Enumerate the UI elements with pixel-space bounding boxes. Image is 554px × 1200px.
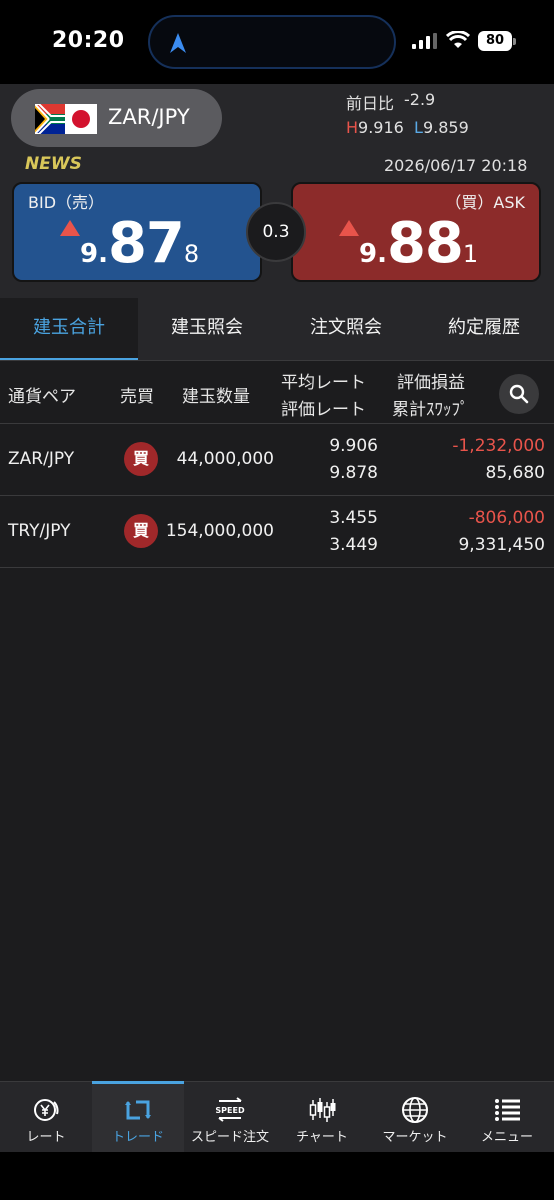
up-arrow-icon [339,220,359,236]
pair-name: ZAR/JPY [108,105,190,129]
nav-label: メニュー [480,1130,533,1145]
header-eval-rate: 評価レート [281,400,366,420]
globe-icon [402,1097,428,1123]
bid-price: 9.878 [80,211,199,276]
row-eval-rate: 3.449 [329,535,378,555]
bid-button[interactable]: BID（売） 9.878 [12,182,262,282]
ask-price: 9.881 [359,211,478,276]
bid-price-int: 9. [80,239,108,269]
bid-price-main: 87 [107,211,185,276]
status-bar: 20:20 80 [0,0,554,84]
nav-label: スピード注文 [190,1130,269,1145]
bottom-navigation: レート トレード SPEED スピード注文 チャート マーケット メニュー [0,1081,554,1152]
tab-position-inquiry[interactable]: 建玉照会 [138,298,276,360]
header-side: 売買 [120,387,154,407]
nav-label: レート [26,1130,66,1145]
tab-order-inquiry[interactable]: 注文照会 [277,298,415,360]
nav-rate[interactable]: レート [0,1082,92,1152]
header-unrealized-pl: 評価損益 [397,373,465,393]
tab-execution-history[interactable]: 約定履歴 [415,298,553,360]
ask-price-main: 88 [386,211,464,276]
up-arrow-icon [60,220,80,236]
home-indicator-area [0,1152,554,1200]
status-time: 20:20 [52,28,125,53]
nav-speed-order[interactable]: SPEED スピード注文 [184,1082,276,1152]
row-unrealized-pl: -806,000 [468,508,545,528]
navigation-arrow-icon [170,33,186,53]
nav-chart[interactable]: チャート [276,1082,368,1152]
news-link[interactable]: NEWS [25,154,82,174]
row-cumulative-swap: 85,680 [485,463,545,483]
bid-label: BID（売） [28,193,105,212]
nav-trade[interactable]: トレード [92,1081,184,1152]
tab-position-summary[interactable]: 建玉合計 [0,298,138,360]
dynamic-island [148,15,396,69]
row-pair: ZAR/JPY [8,449,75,469]
row-unrealized-pl: -1,232,000 [452,436,545,456]
table-header: 通貨ペア 売買 建玉数量 平均レート 評価レート 評価損益 累計ｽﾜｯﾌﾟ [0,360,554,424]
japan-flag-icon [65,104,97,134]
nav-menu[interactable]: メニュー [461,1082,553,1152]
prev-day-value: -2.9 [404,90,436,109]
menu-list-icon [495,1099,520,1121]
row-cumulative-swap: 9,331,450 [458,535,545,555]
signal-icon [412,33,437,49]
prev-day-label: 前日比 [346,94,395,113]
high-low: H9.916 L9.859 [346,118,469,137]
row-qty: 44,000,000 [176,449,274,469]
quote-datetime: 2026/06/17 20:18 [384,156,528,175]
low-value: 9.859 [422,118,469,137]
row-avg-rate: 9.906 [329,436,378,456]
trade-arrows-icon [125,1100,151,1120]
trade-tabs: 建玉合計 建玉照会 注文照会 約定履歴 [0,298,554,360]
low-label: L [414,118,423,137]
nav-label: マーケット [382,1130,448,1145]
table-row[interactable]: TRY/JPY 買 154,000,000 3.455 3.449 -806,0… [0,496,554,568]
header-avg-rate: 平均レート [281,373,366,393]
header-qty: 建玉数量 [182,387,250,407]
nav-market[interactable]: マーケット [369,1082,461,1152]
yen-rate-icon [34,1099,59,1121]
quote-header: ZAR/JPY 前日比 -2.9 H9.916 L9.859 NEWS 2026… [0,84,554,298]
ask-price-pip: 1 [462,240,479,268]
high-value: 9.916 [358,118,404,137]
bid-price-pip: 8 [183,240,200,268]
search-icon [509,384,529,404]
row-qty: 154,000,000 [165,521,274,541]
row-eval-rate: 9.878 [329,463,378,483]
table-row[interactable]: ZAR/JPY 買 44,000,000 9.906 9.878 -1,232,… [0,424,554,496]
buy-badge: 買 [124,514,158,548]
speed-order-icon: SPEED [215,1097,245,1122]
ask-button[interactable]: （買）ASK 9.881 [291,182,541,282]
row-avg-rate: 3.455 [329,508,378,528]
nav-label: チャート [296,1130,348,1145]
buy-badge: 買 [124,442,158,476]
currency-pair-selector[interactable]: ZAR/JPY [11,89,222,147]
south-africa-flag-icon [35,104,65,134]
battery-indicator: 80 [478,31,516,51]
header-cumulative-swap: 累計ｽﾜｯﾌﾟ [392,400,469,420]
search-button[interactable] [499,374,539,414]
wifi-icon [446,31,470,48]
ask-price-int: 9. [359,239,387,269]
ask-label: （買）ASK [445,193,525,212]
high-label: H [346,118,359,137]
header-pair: 通貨ペア [8,387,76,407]
svg-text:SPEED: SPEED [215,1106,245,1115]
row-pair: TRY/JPY [8,521,71,541]
nav-label: トレード [111,1130,164,1145]
candlestick-chart-icon [309,1098,336,1122]
spread-badge: 0.3 [246,202,306,262]
